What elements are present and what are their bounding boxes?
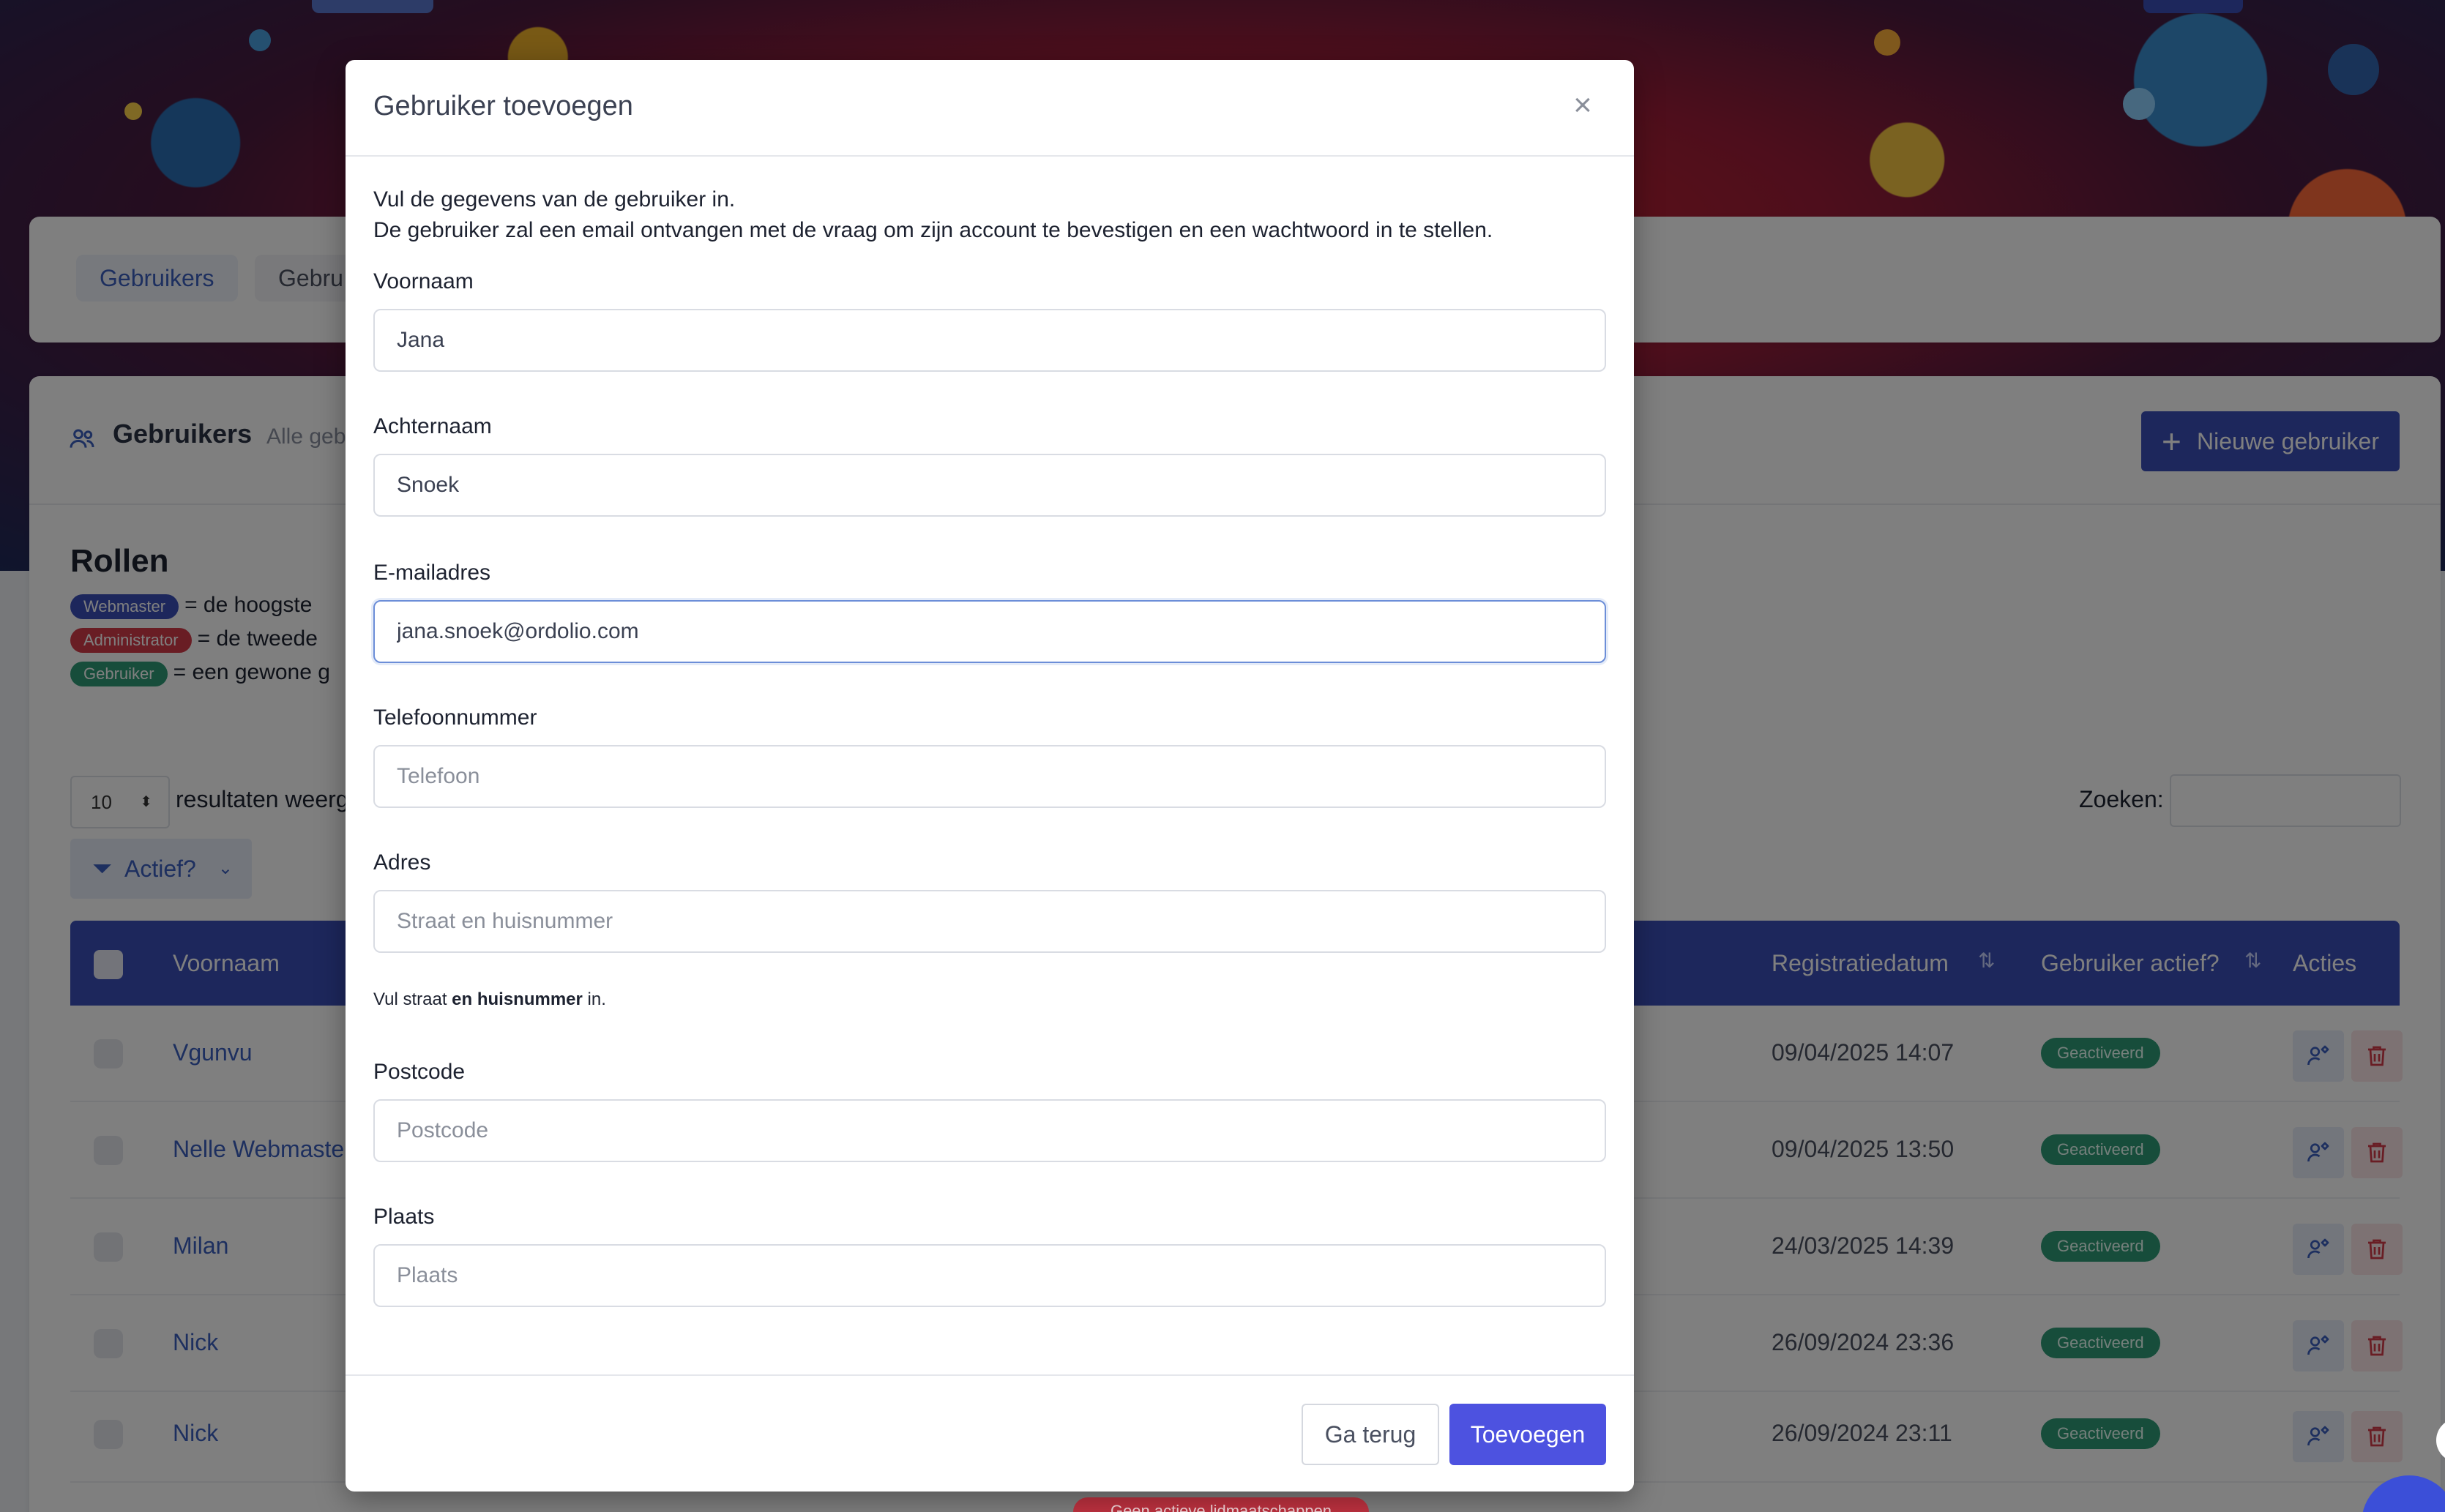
- achternaam-label: Achternaam: [373, 414, 492, 438]
- status-badge: Geen actieve lidmaatschappen: [1073, 1497, 1369, 1512]
- adres-field[interactable]: [373, 890, 1606, 953]
- add-user-modal: Gebruiker toevoegen × Vul de gegevens va…: [346, 60, 1634, 1492]
- voornaam-label: Voornaam: [373, 269, 474, 293]
- hint-post: in.: [582, 989, 606, 1009]
- hint-bold: en huisnummer: [452, 989, 583, 1009]
- submit-button[interactable]: Toevoegen: [1449, 1404, 1606, 1465]
- intro-line-2: De gebruiker zal een email ontvangen met…: [373, 218, 1493, 242]
- email-label: E-mailadres: [373, 561, 491, 585]
- achternaam-field[interactable]: [373, 454, 1606, 517]
- modal-title: Gebruiker toevoegen: [373, 91, 633, 121]
- address-hint: Vul straat en huisnummer in.: [373, 989, 606, 1010]
- intro-line-1: Vul de gegevens van de gebruiker in.: [373, 187, 736, 212]
- modal-intro: Vul de gegevens van de gebruiker in. De …: [373, 184, 1493, 246]
- close-icon[interactable]: ×: [1565, 88, 1600, 123]
- modal-header: Gebruiker toevoegen ×: [346, 60, 1634, 157]
- modal-footer: [346, 1374, 1634, 1492]
- postcode-field[interactable]: [373, 1099, 1606, 1162]
- telefoon-field[interactable]: [373, 745, 1606, 808]
- telefoon-label: Telefoonnummer: [373, 706, 537, 730]
- plaats-label: Plaats: [373, 1205, 435, 1229]
- adres-label: Adres: [373, 850, 431, 875]
- voornaam-field[interactable]: [373, 309, 1606, 372]
- email-field[interactable]: [373, 600, 1606, 663]
- back-button[interactable]: Ga terug: [1302, 1404, 1439, 1465]
- plaats-field[interactable]: [373, 1244, 1606, 1307]
- postcode-label: Postcode: [373, 1060, 466, 1084]
- hint-pre: Vul straat: [373, 989, 452, 1009]
